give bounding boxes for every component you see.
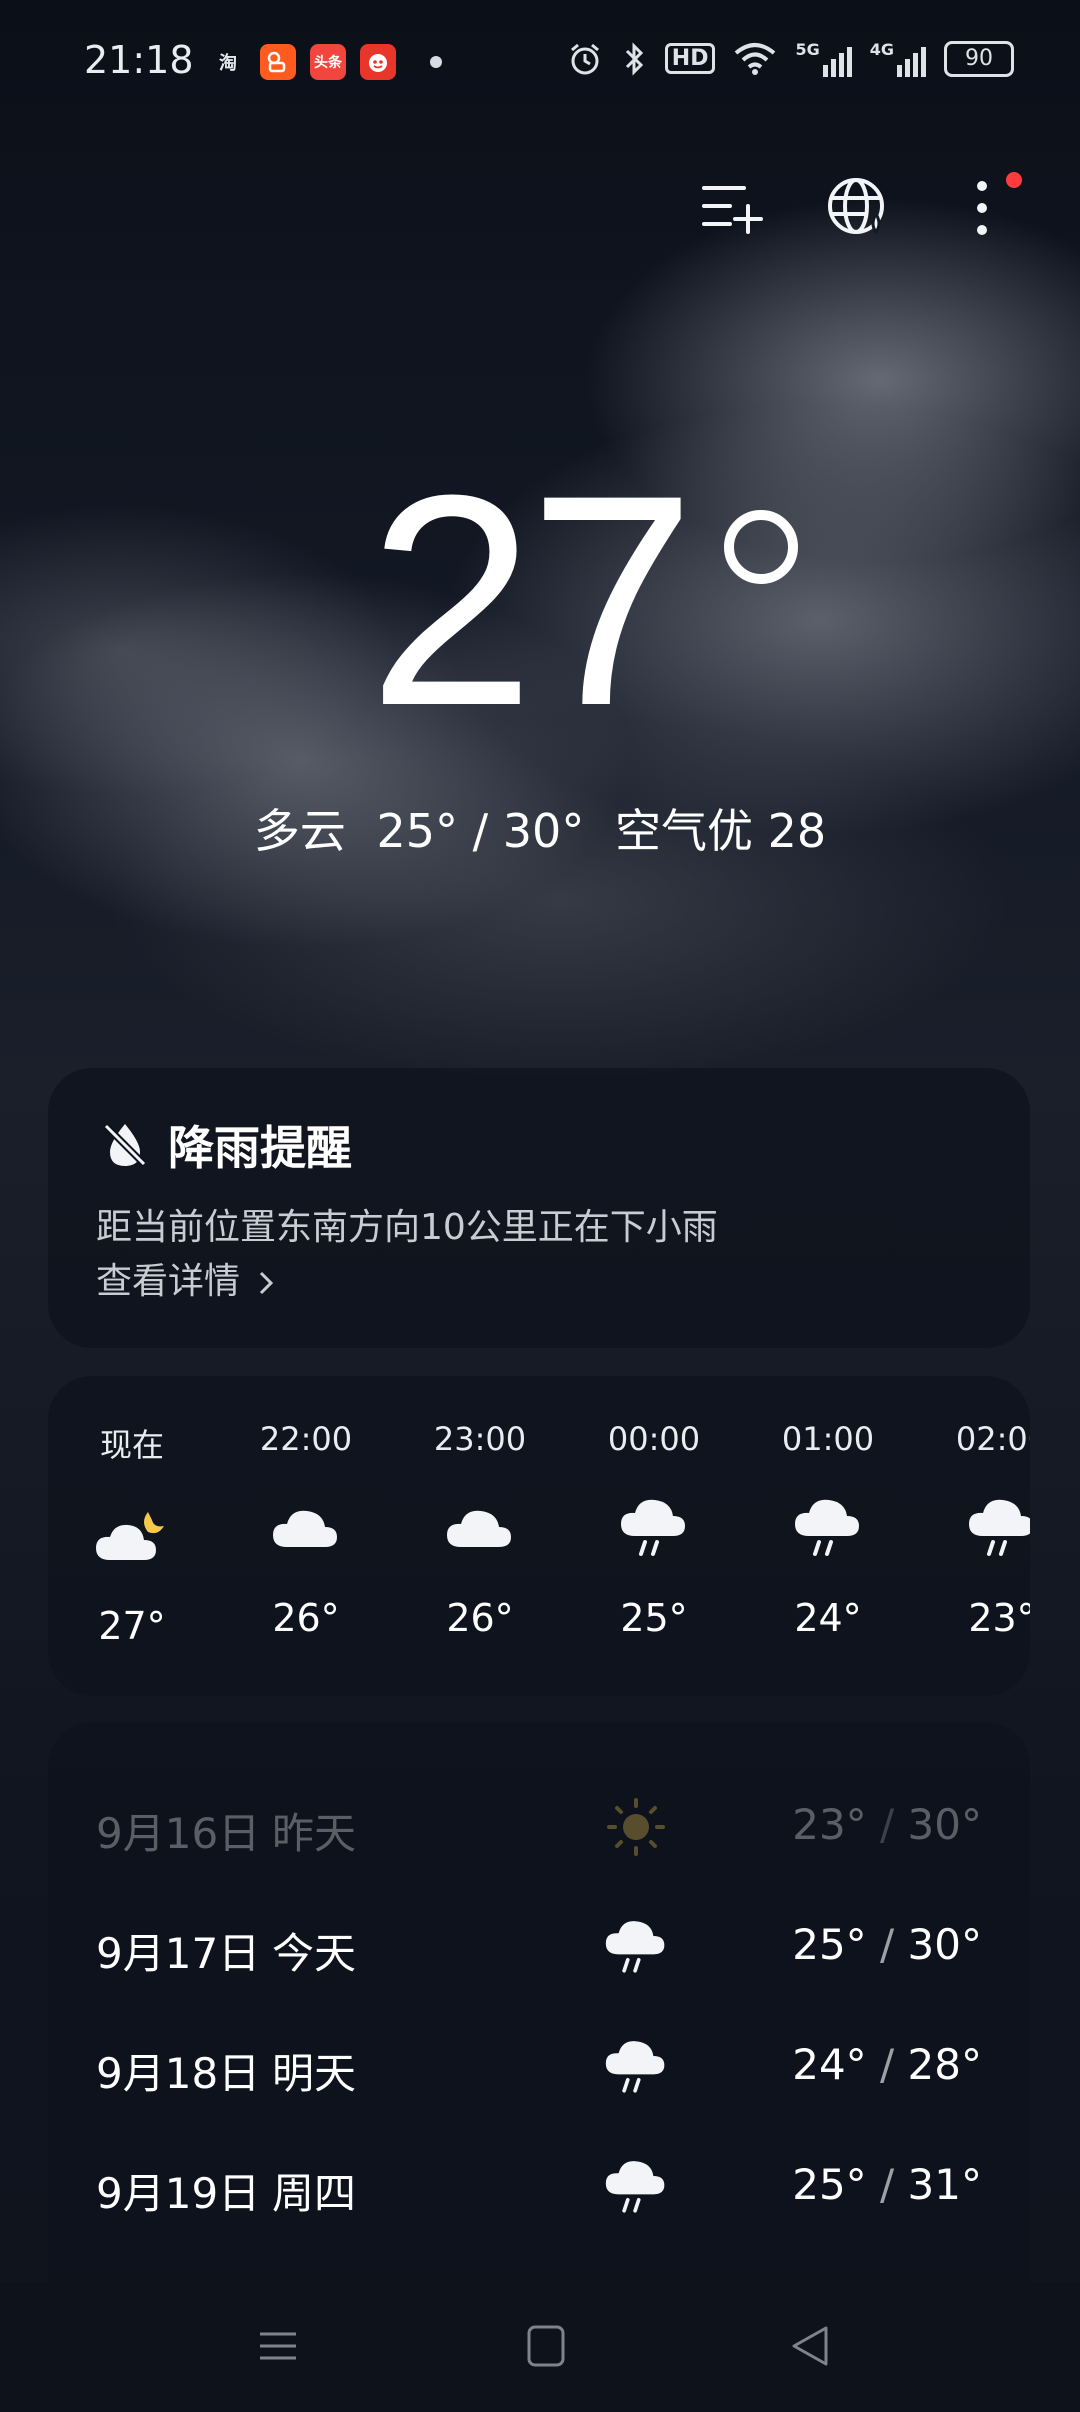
temp-range: 25° / 30° (376, 804, 585, 858)
hour-item: 22:00 26° (259, 1420, 353, 1640)
system-icons: HD 5G 4G 90 (567, 40, 1014, 77)
more-notifications-dot (430, 56, 442, 68)
bluetooth-icon (625, 41, 643, 76)
no-rain-drop-icon (103, 1123, 147, 1167)
kuaishou-icon (260, 44, 296, 80)
signal-4g: 4G (870, 40, 926, 77)
hour-item: 02:00 23° (942, 1420, 1030, 1640)
weather-summary: 多云 25° / 30° 空气优 28 (0, 795, 1080, 861)
rain-icon (605, 2161, 665, 2213)
hourly-forecast-card[interactable]: 现在 27° 22:00 26° 23:00 26° 00:00 25° 01:… (48, 1376, 1030, 1696)
back-icon[interactable] (790, 2324, 830, 2368)
navigation-bar (0, 2282, 1080, 2412)
rain-icon (969, 1499, 1030, 1556)
more-menu-button[interactable] (950, 176, 1014, 240)
condition-text: 多云 (253, 804, 346, 858)
hour-item: 现在 27° (72, 1420, 192, 1648)
daily-row[interactable]: 9月19日 周四 25° / 31° (96, 2152, 982, 2232)
battery-indicator: 90 (944, 40, 1014, 77)
recent-apps-icon[interactable] (258, 2326, 298, 2366)
current-temperature: 27 (368, 432, 696, 768)
home-icon[interactable] (526, 2324, 566, 2368)
wifi-icon (735, 42, 776, 75)
add-city-icon (702, 186, 763, 234)
daily-row[interactable]: 9月18日 明天 24° / 28° (96, 2032, 982, 2112)
more-icon (977, 181, 987, 235)
add-city-button[interactable] (700, 176, 764, 240)
rain-alert-title: 降雨提醒 (168, 1121, 352, 1175)
daily-row[interactable]: 9月16日 昨天 23° / 30° (96, 1792, 982, 1872)
daily-row[interactable]: 9月17日 今天 25° / 30° (96, 1912, 982, 1992)
toutiao-icon: 头条 (310, 44, 346, 80)
hour-item: 23:00 26° (433, 1420, 527, 1640)
cloud-icon (273, 1510, 337, 1547)
rain-icon (795, 1499, 859, 1556)
rain-alert-card[interactable]: 降雨提醒 距当前位置东南方向10公里正在下小雨 查看详情 (48, 1068, 1030, 1348)
cloud-icon (447, 1510, 511, 1547)
globe-icon (828, 178, 884, 235)
hd-badge: HD (664, 43, 716, 74)
chevron-right-icon (260, 1271, 274, 1295)
notification-icons: 淘 头条 (210, 44, 442, 80)
alarm-icon (570, 43, 599, 74)
hour-item: 00:00 25° (607, 1420, 701, 1640)
cloudy-night-icon (96, 1512, 164, 1560)
globe-button[interactable] (826, 176, 890, 240)
pinduoduo-icon (360, 44, 396, 80)
view-details-link[interactable]: 查看详情 (96, 1252, 277, 1304)
status-bar: 21:18 淘 头条 HD 5G 4G 90 (0, 0, 1080, 124)
rain-icon (605, 2041, 665, 2093)
hour-item: 01:00 24° (781, 1420, 875, 1640)
daily-forecast-card[interactable]: 9月16日 昨天 23° / 30° 9月17日 今天 25° / 30° 9月… (48, 1722, 1030, 2282)
sun-icon (607, 1798, 665, 1856)
taobao-icon: 淘 (219, 53, 237, 74)
rain-icon (621, 1499, 685, 1556)
rain-alert-message: 距当前位置东南方向10公里正在下小雨 (96, 1207, 718, 1248)
update-badge (1006, 172, 1022, 188)
signal-5g: 5G (795, 40, 852, 77)
status-time: 21:18 (84, 38, 194, 82)
rain-icon (605, 1921, 665, 1973)
degree-symbol (724, 510, 798, 584)
air-quality[interactable]: 空气优 28 (615, 804, 826, 858)
